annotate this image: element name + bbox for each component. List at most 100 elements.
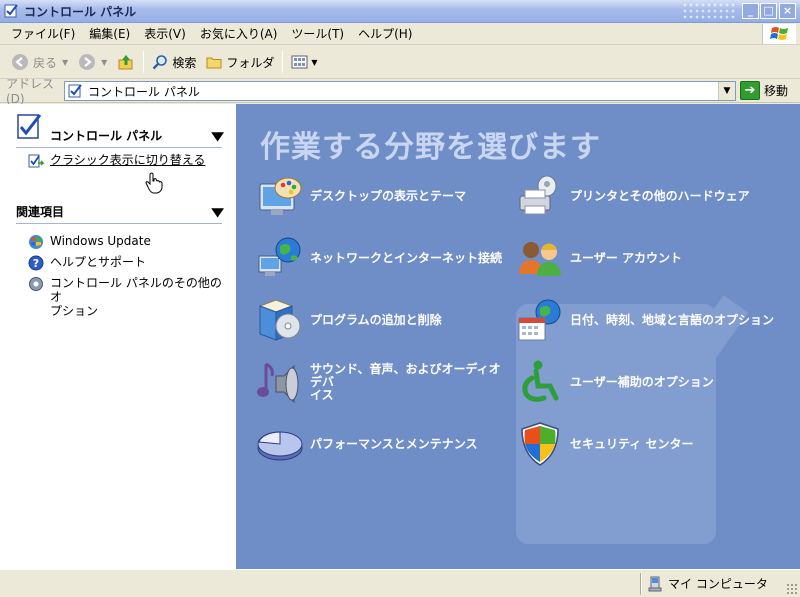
user-accounts-icon (519, 242, 561, 276)
category-programs[interactable]: プログラムの追加と削除 (256, 296, 516, 344)
category-label: ユーザー補助のオプション (570, 374, 714, 389)
go-arrow-icon: ➔ (740, 81, 760, 100)
back-arrow-icon (12, 54, 28, 70)
address-dropdown-button[interactable]: ▼ (718, 82, 735, 100)
page-title: 作業する分野を選びます (260, 130, 601, 165)
forward-button[interactable]: ▼ (73, 49, 112, 75)
menu-tools[interactable]: ツール(T) (284, 24, 351, 44)
resize-grip[interactable] (786, 583, 798, 595)
classic-view-link[interactable]: クラシック表示に切り替える (16, 153, 222, 169)
control-panel-title: コントロール パネル (50, 129, 163, 143)
menu-file[interactable]: ファイル(F) (4, 24, 82, 44)
status-location-label: マイ コンピュータ (668, 577, 768, 591)
windows-logo-icon (762, 24, 796, 44)
network-globe-icon (258, 237, 301, 276)
search-button[interactable]: 検索 (147, 49, 201, 75)
toolbar-separator (282, 51, 284, 73)
svg-text:?: ? (33, 257, 39, 270)
close-button[interactable]: × (779, 3, 796, 19)
category-appearance[interactable]: デスクトップの表示とテーマ (256, 172, 516, 220)
address-field[interactable]: コントロール パネル ▼ (64, 81, 736, 101)
task-pane: コントロール パネル ▼ クラシック表示に切り替える 関連項目 ▼ Window… (0, 104, 236, 569)
toolbar: 戻る ▼ ▼ 検索 フォルダ ▼ (0, 46, 800, 79)
go-button[interactable]: ➔ 移動 (740, 81, 788, 100)
category-label: セキュリティ センター (570, 436, 694, 451)
chevron-down-icon[interactable]: ▼ (311, 58, 317, 67)
collapse-chevron-icon[interactable]: ▼ (211, 129, 224, 143)
view-icon (291, 55, 308, 69)
up-folder-icon (118, 55, 133, 70)
category-label: パフォーマンスとメンテナンス (310, 436, 478, 451)
address-bar: アドレス(D) コントロール パネル ▼ ➔ 移動 (0, 77, 800, 106)
category-performance[interactable]: パフォーマンスとメンテナンス (256, 420, 516, 468)
performance-chart-icon (257, 431, 303, 461)
related-item-help[interactable]: ? ヘルプとサポート (16, 255, 222, 271)
status-bar: マイ コンピュータ (0, 569, 800, 597)
folders-label: フォルダ (226, 55, 275, 70)
accessibility-icon (522, 360, 559, 402)
control-panel-header[interactable]: コントロール パネル ▼ (16, 124, 224, 148)
control-panel-icon (68, 84, 82, 98)
collapse-chevron-icon[interactable]: ▼ (211, 205, 224, 219)
category-network[interactable]: ネットワークとインターネット接続 (256, 234, 516, 282)
category-sound[interactable]: サウンド、音声、およびオーディオ デバ イス (256, 358, 516, 406)
related-title: 関連項目 (16, 205, 65, 219)
search-label: 検索 (172, 55, 197, 70)
forward-arrow-icon (79, 54, 96, 70)
back-label: 戻る (33, 55, 58, 70)
related-label: コントロール パネルのその他のオ プション (50, 276, 222, 318)
up-folder-button[interactable] (112, 49, 140, 75)
folder-icon (206, 57, 222, 69)
related-header[interactable]: 関連項目 ▼ (16, 200, 224, 224)
menu-help[interactable]: ヘルプ(H) (351, 24, 419, 44)
address-value: コントロール パネル (88, 84, 200, 99)
control-panel-icon (4, 4, 18, 18)
category-label: サウンド、音声、およびオーディオ デバ イス (310, 361, 501, 402)
menu-bar: ファイル(F) 編集(E) 表示(V) お気に入り(A) ツール(T) ヘルプ(… (0, 23, 800, 45)
add-remove-programs-icon (258, 299, 301, 341)
title-pattern (682, 2, 736, 20)
minimize-button[interactable]: _ (742, 3, 759, 19)
chevron-down-icon[interactable]: ▼ (101, 58, 107, 67)
folders-button[interactable]: フォルダ (201, 49, 279, 75)
desktop-theme-icon (259, 177, 302, 215)
related-section: 関連項目 ▼ Windows Update ? ヘルプとサポート コントロール … (16, 200, 224, 318)
chevron-down-icon[interactable]: ▼ (62, 58, 68, 67)
view-button[interactable]: ▼ (286, 49, 322, 75)
category-label: プログラムの追加と削除 (310, 312, 442, 327)
category-label: デスクトップの表示とテーマ (310, 188, 467, 203)
security-shield-icon (521, 422, 559, 466)
status-location: マイ コンピュータ (648, 575, 768, 592)
category-security-center[interactable]: セキュリティ センター (516, 420, 776, 468)
category-user-accounts[interactable]: ユーザー アカウント (516, 234, 776, 282)
category-printers-hardware[interactable]: プリンタとその他のハードウェア (516, 172, 776, 220)
menu-view[interactable]: 表示(V) (137, 24, 193, 44)
date-time-globe-icon (518, 299, 561, 341)
switch-view-icon (28, 154, 45, 168)
go-label: 移動 (764, 84, 789, 98)
control-panel-icon (17, 114, 42, 139)
windows-update-icon (29, 235, 43, 249)
help-icon: ? (28, 255, 44, 271)
related-item-other-options[interactable]: コントロール パネルのその他のオ プション (16, 276, 222, 318)
category-view: 作業する分野を選びます デスクトップの表示とテーマ プリンタとその他のハードウェ… (236, 104, 800, 569)
category-label: プリンタとその他のハードウェア (570, 188, 750, 203)
back-button[interactable]: 戻る ▼ (6, 49, 73, 75)
category-label: 日付、時刻、地域と言語のオプション (570, 312, 775, 327)
menu-edit[interactable]: 編集(E) (82, 24, 137, 44)
hand-cursor-icon (145, 172, 163, 194)
search-icon (152, 55, 168, 70)
my-computer-icon (648, 576, 662, 591)
category-date-time-region[interactable]: 日付、時刻、地域と言語のオプション (516, 296, 776, 344)
related-label: Windows Update (50, 234, 151, 248)
related-label: ヘルプとサポート (50, 255, 147, 269)
category-label: ネットワークとインターネット接続 (310, 250, 503, 265)
maximize-button[interactable]: □ (760, 3, 777, 19)
related-item-windows-update[interactable]: Windows Update (16, 234, 222, 250)
category-accessibility[interactable]: ユーザー補助のオプション (516, 358, 776, 406)
title-bar: コントロール パネル _ □ × (0, 0, 800, 23)
address-label: アドレス(D) (6, 77, 55, 106)
menu-favorites[interactable]: お気に入り(A) (193, 24, 285, 44)
printer-icon (519, 175, 557, 215)
control-panel-section: コントロール パネル ▼ クラシック表示に切り替える (16, 114, 224, 194)
